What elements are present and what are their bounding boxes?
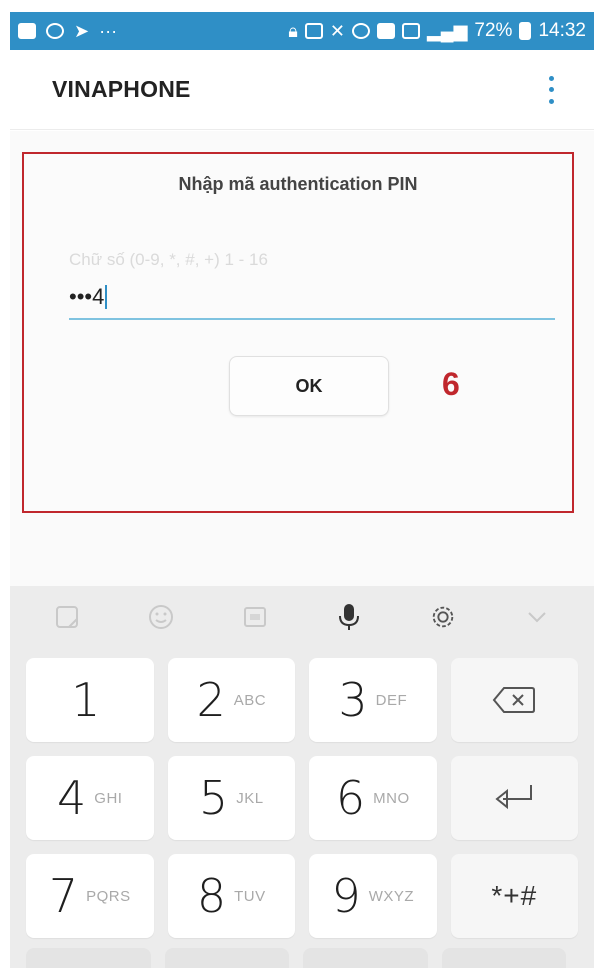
key-letters: TUV [234, 887, 266, 905]
backspace-icon [492, 687, 536, 713]
settings-icon[interactable] [429, 603, 457, 631]
app-title: VINAPHONE [52, 76, 191, 102]
emoji-icon[interactable] [147, 603, 175, 631]
key-digit: 5 [198, 771, 229, 825]
battery-percent: 72% [474, 20, 513, 41]
microphone-icon[interactable] [335, 603, 363, 631]
key-letters: GHI [94, 789, 123, 807]
location-icon [46, 23, 64, 39]
key-2[interactable]: 2 ABC [167, 658, 295, 742]
backspace-key[interactable] [450, 658, 578, 742]
key-9[interactable]: 9 WXYZ [309, 854, 437, 938]
data-icon [401, 23, 420, 39]
key-letters: JKL [236, 789, 264, 807]
cast-icon [304, 23, 323, 39]
lock-icon: 🔒︎ [288, 21, 298, 41]
symbols-key[interactable]: *+# [450, 854, 578, 938]
key-6[interactable]: 6 MNO [309, 756, 437, 840]
numeric-keyboard: 1 2 ABC 3 DEF 4 GHI 5 JKL 6 MNO 7 PQRS 8… [10, 586, 594, 968]
mute-icon: ✕ [329, 21, 345, 41]
status-bar: ➤ ··· 🔒︎ ✕ ▂▄▆ 72% 14:32 [10, 12, 594, 50]
keyboard-row-3: 7 PQRS 8 TUV 9 WXYZ *+# [10, 854, 594, 938]
video-icon [18, 23, 36, 39]
nfc-icon [376, 23, 395, 39]
partial-key[interactable] [303, 948, 428, 968]
chevron-down-icon[interactable] [523, 603, 551, 631]
key-letters: PQRS [86, 887, 131, 905]
key-7[interactable]: 7 PQRS [26, 854, 154, 938]
key-1[interactable]: 1 [26, 658, 154, 742]
sync-icon [351, 23, 370, 39]
key-5[interactable]: 5 JKL [167, 756, 295, 840]
key-letters: DEF [375, 691, 408, 709]
key-digit: 9 [331, 869, 361, 923]
text-cursor [105, 285, 108, 309]
enter-key[interactable] [450, 756, 578, 840]
pin-dialog: Nhập mã authentication PIN Chữ số (0-9, … [22, 152, 574, 513]
symbols-label: *+# [491, 880, 538, 911]
key-digit: 8 [196, 869, 227, 923]
key-digit: 6 [335, 771, 366, 825]
step-number-annotation: 6 [442, 366, 460, 402]
dialog-title: Nhập mã authentication PIN [178, 174, 418, 194]
app-bar: VINAPHONE [10, 50, 594, 130]
keyboard-toolbar [10, 586, 594, 648]
key-digit: 3 [338, 673, 368, 727]
more-icon: ··· [99, 21, 118, 41]
keyboard-row-2: 4 GHI 5 JKL 6 MNO [10, 756, 594, 840]
battery-icon [519, 22, 532, 40]
enter-icon [495, 785, 533, 810]
pin-value: •••4 [69, 284, 105, 309]
key-digit: 1 [71, 673, 101, 727]
keyboard-row-1: 1 2 ABC 3 DEF [10, 658, 594, 742]
status-right-icons: 🔒︎ ✕ ▂▄▆ 72% 14:32 [288, 20, 594, 42]
pin-hint: Chữ số (0-9, *, #, +) 1 - 16 [69, 250, 268, 269]
key-letters: ABC [233, 691, 267, 709]
partial-key[interactable] [26, 948, 151, 968]
partial-key[interactable] [441, 948, 566, 968]
key-letters: WXYZ [368, 887, 415, 905]
key-4[interactable]: 4 GHI [26, 756, 154, 840]
keyboard-keys: 1 2 ABC 3 DEF 4 GHI 5 JKL 6 MNO 7 PQRS 8… [10, 658, 594, 952]
sticker-icon[interactable] [53, 603, 81, 631]
key-8[interactable]: 8 TUV [167, 854, 295, 938]
overflow-menu-icon[interactable] [546, 75, 556, 104]
status-left-icons: ➤ ··· [10, 22, 117, 40]
clock: 14:32 [538, 20, 586, 41]
partial-key[interactable] [164, 948, 289, 968]
keyboard-row-4-partial [26, 948, 566, 968]
key-digit: 7 [48, 869, 79, 923]
ok-button[interactable]: OK [229, 356, 389, 416]
key-letters: MNO [373, 789, 410, 807]
signal-icon: ▂▄▆ [426, 21, 468, 41]
key-digit: 4 [57, 771, 87, 825]
send-icon: ➤ [74, 21, 90, 41]
key-3[interactable]: 3 DEF [309, 658, 437, 742]
pin-input[interactable]: •••4 [69, 276, 555, 320]
key-digit: 2 [196, 673, 226, 727]
gif-icon[interactable] [241, 603, 269, 631]
